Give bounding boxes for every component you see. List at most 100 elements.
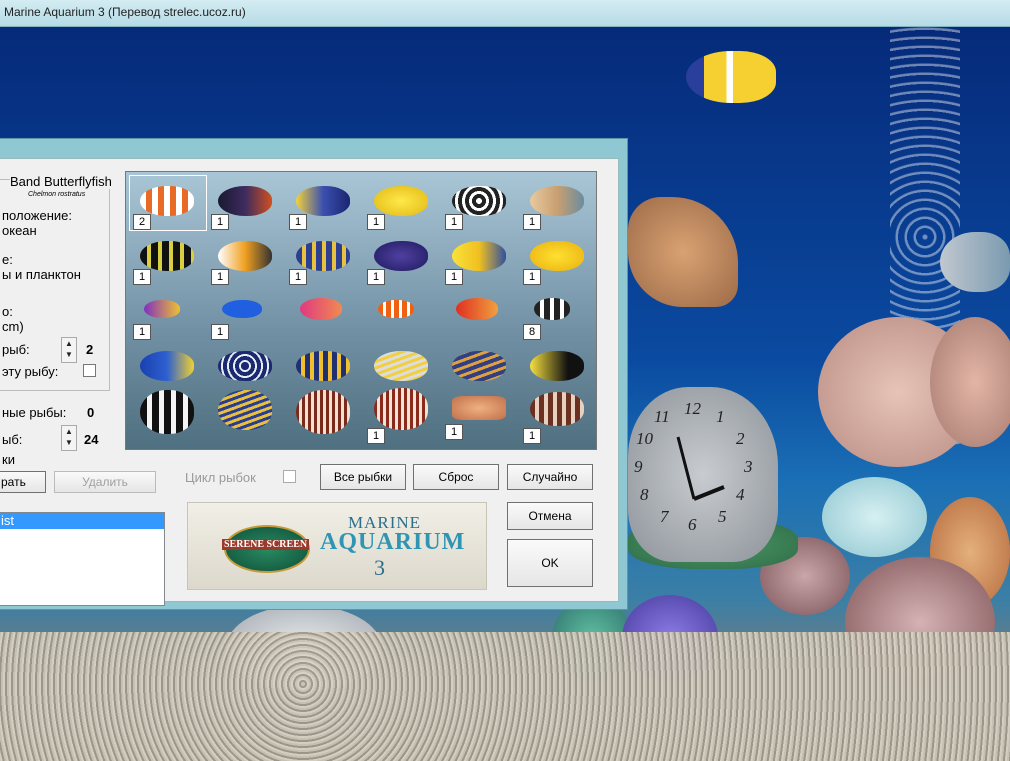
fish-count-badge: 1	[367, 269, 385, 285]
fish-thumbnail	[218, 186, 272, 216]
food-value: ы и планктон	[2, 267, 81, 282]
fish-count-badge: 1	[211, 214, 229, 230]
fish-count-badge: 1	[211, 324, 229, 340]
coral-sponge	[930, 317, 1010, 447]
fish-thumbnail	[140, 351, 194, 381]
fish-cell[interactable]	[130, 384, 206, 444]
settings-dialog: Band Butterflyfish Chelmon rostratus пол…	[0, 138, 628, 610]
fish-cell[interactable]: 1	[208, 286, 284, 340]
fish-count-badge: 1	[289, 269, 307, 285]
random-button[interactable]: Случайно	[507, 464, 593, 490]
fish-thumbnail	[144, 300, 180, 318]
swimming-fish	[686, 51, 776, 103]
fish-thumbnail	[456, 298, 498, 320]
fish-name: Band Butterflyfish	[10, 174, 112, 189]
fish-count-badge: 1	[523, 269, 541, 285]
fish-count-spinner[interactable]: ▲ ▼	[61, 337, 77, 363]
fish-thumbnail	[530, 241, 584, 271]
fish-cell[interactable]	[442, 286, 518, 340]
fish-cell[interactable]	[286, 384, 362, 444]
select-list-button[interactable]: рать	[0, 471, 46, 493]
ok-button[interactable]: OK	[507, 539, 593, 587]
fish-selection-grid[interactable]: 2 1 1 1 1 1 1 1 1 1 1 1 1 1 8 1 1 1	[125, 171, 597, 450]
list-item[interactable]: ist	[0, 513, 164, 529]
fish-cell[interactable]: 1	[130, 231, 206, 285]
marine-aquarium-logo: SERENE SCREEN MARINE AQUARIUM 3	[187, 502, 487, 590]
fish-thumbnail	[140, 390, 194, 434]
logo-line-3: 3	[374, 555, 385, 580]
fish-cell[interactable]: 1	[442, 176, 518, 230]
fish-count-badge: 1	[367, 214, 385, 230]
fish-thumbnail	[452, 351, 506, 381]
delete-list-button[interactable]: Удалить	[54, 471, 156, 493]
fish-count-badge: 1	[289, 214, 307, 230]
fish-cell[interactable]	[208, 384, 284, 444]
total-fish-spinner[interactable]: ▲ ▼	[61, 425, 77, 451]
logo-line-2: AQUARIUM	[320, 529, 466, 555]
fish-thumbnail	[452, 241, 506, 271]
all-fish-button[interactable]: Все рыбки	[320, 464, 406, 490]
fish-thumbnail	[140, 241, 194, 271]
coral-blue	[822, 477, 927, 557]
fish-cell[interactable]: 1	[364, 384, 440, 444]
fish-cell[interactable]: 1	[364, 231, 440, 285]
clock-hands	[676, 436, 725, 501]
fish-cell[interactable]: 1	[520, 384, 596, 444]
fish-thumbnail	[296, 351, 350, 381]
fish-cell[interactable]	[364, 286, 440, 340]
cancel-button[interactable]: Отмена	[507, 502, 593, 530]
fish-cell[interactable]	[286, 286, 362, 340]
brand-text: SERENE SCREEN	[222, 539, 310, 550]
fish-list[interactable]: ist	[0, 512, 165, 606]
fish-count-badge: 1	[133, 324, 151, 340]
fish-cell[interactable]: 1	[442, 384, 518, 444]
fish-thumbnail	[530, 351, 584, 381]
fish-thumbnail	[222, 300, 262, 318]
fish-cell[interactable]: 2	[129, 175, 207, 231]
location-value: океан	[2, 223, 37, 238]
dialog-body: Band Butterflyfish Chelmon rostratus пол…	[0, 158, 619, 606]
fish-count-badge: 2	[133, 214, 151, 230]
coral-branch	[628, 197, 738, 307]
fish-cycle-label: Цикл рыбок	[185, 470, 256, 485]
size-value: cm)	[2, 319, 24, 334]
fish-thumbnail	[452, 396, 506, 420]
fish-thumbnail	[374, 186, 428, 216]
fish-count-badge: 1	[445, 424, 463, 440]
location-label: положение:	[2, 208, 73, 223]
fish-thumbnail	[296, 186, 350, 216]
fish-count-badge: 1	[523, 428, 541, 444]
fish-count-badge: 1	[523, 214, 541, 230]
fish-count-badge: 1	[367, 428, 385, 444]
fish-thumbnail	[296, 390, 350, 434]
fish-thumbnail	[300, 298, 342, 320]
fish-thumbnail	[530, 186, 584, 216]
fish-thumbnail	[218, 390, 272, 430]
fish-thumbnail	[378, 300, 414, 318]
fish-cell[interactable]: 1	[286, 176, 362, 230]
fish-cell[interactable]: 1	[442, 231, 518, 285]
food-label: е:	[2, 252, 13, 267]
total-fish-label: ыб:	[2, 432, 23, 447]
fish-thumbnail	[218, 241, 272, 271]
fish-cell[interactable]: 1	[520, 231, 596, 285]
fish-cell[interactable]: 1	[208, 231, 284, 285]
exclude-fish-checkbox[interactable]	[83, 364, 96, 377]
fish-cell[interactable]: 1	[130, 286, 206, 340]
fish-cell[interactable]: 1	[208, 176, 284, 230]
fish-cell[interactable]: 1	[520, 176, 596, 230]
fish-thumbnail	[534, 298, 570, 320]
rock-clock: 12 1 2 3 4 5 6 7 8 9 10 11	[628, 387, 778, 562]
special-fish-value: 0	[87, 405, 95, 420]
fish-cycle-checkbox[interactable]	[283, 470, 296, 483]
fish-cell[interactable]: 1	[364, 176, 440, 230]
fish-cell[interactable]: 1	[286, 231, 362, 285]
fish-thumbnail	[530, 392, 584, 426]
fish-cell[interactable]: 8	[520, 286, 596, 340]
fish-latin-name: Chelmon rostratus	[28, 191, 86, 198]
size-label: о:	[2, 304, 13, 319]
fish-list-label: ки	[2, 452, 15, 467]
reset-button[interactable]: Сброс	[413, 464, 499, 490]
fish-count-badge: 1	[445, 269, 463, 285]
fish-thumbnail	[374, 351, 428, 381]
